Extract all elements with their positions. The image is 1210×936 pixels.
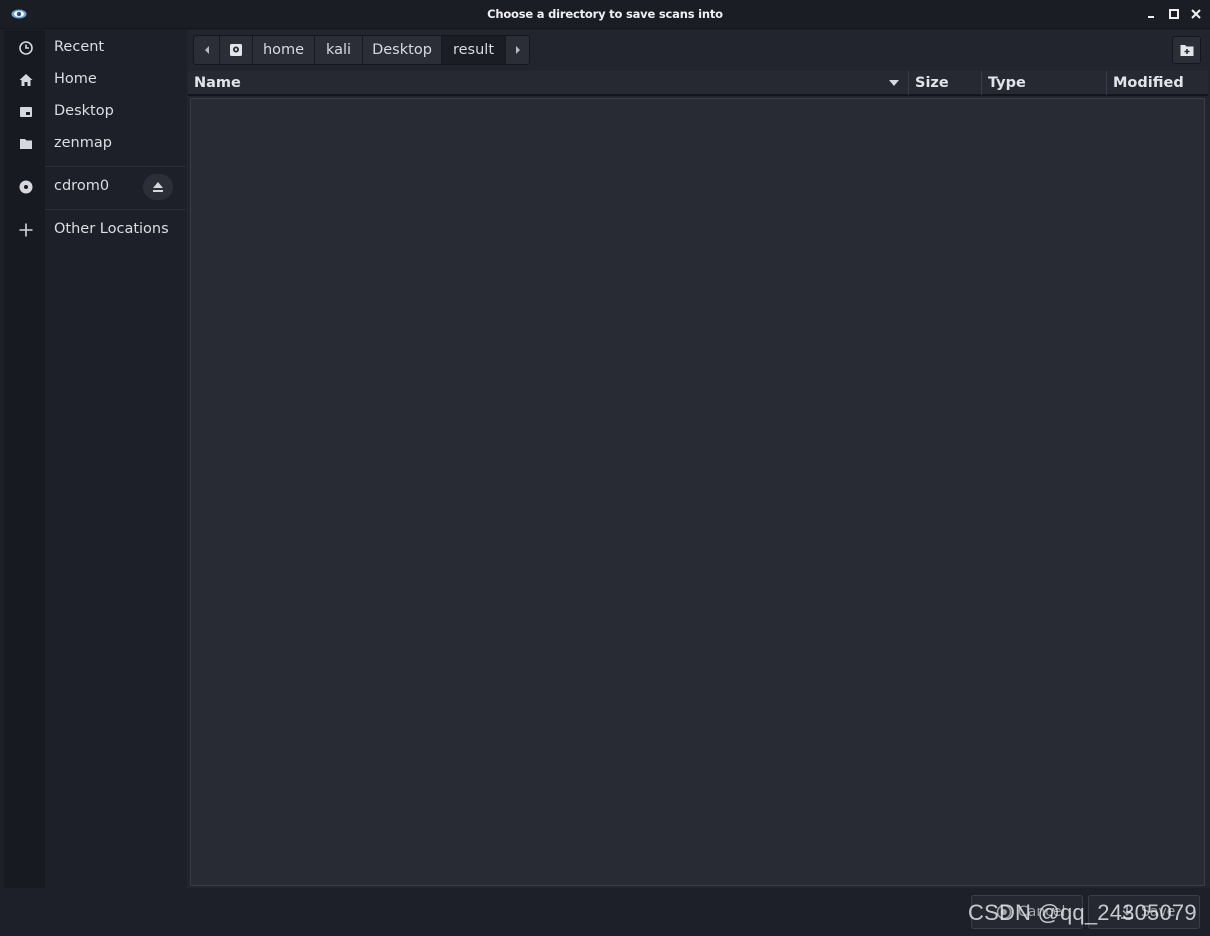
new-folder-icon (1180, 45, 1194, 56)
sort-descending-icon (889, 80, 899, 86)
sidebar-item-label: Desktop (54, 103, 114, 119)
new-folder-button[interactable] (1172, 36, 1201, 64)
path-scroll-right-button[interactable] (506, 36, 529, 64)
places-sidebar: Recent Home Desktop zenmap cdrom0 Other … (4, 30, 186, 888)
column-type-label: Type (988, 75, 1026, 91)
sidebar-item-label: zenmap (54, 135, 112, 151)
eject-button[interactable] (143, 174, 173, 200)
home-icon (19, 74, 33, 86)
sidebar-item-label: Recent (54, 39, 105, 55)
close-button[interactable] (1189, 7, 1203, 21)
minimize-icon (1148, 16, 1154, 18)
path-segment-kali[interactable]: kali (315, 36, 363, 64)
minimize-button[interactable] (1144, 7, 1158, 21)
column-modified-label: Modified (1113, 75, 1184, 91)
drive-icon (230, 44, 242, 56)
sidebar-separator (45, 166, 186, 167)
close-icon (1191, 9, 1201, 19)
sidebar-item-label: Other Locations (54, 221, 169, 237)
path-scroll-left-button[interactable] (194, 36, 220, 64)
sidebar-item-desktop[interactable]: Desktop (4, 96, 186, 128)
path-segment-home[interactable]: home (253, 36, 315, 64)
clock-icon (19, 41, 33, 55)
column-header: Name Size Type Modified (188, 71, 1208, 96)
sidebar-item-recent[interactable]: Recent (4, 32, 186, 64)
desktop-icon (20, 107, 32, 117)
disc-icon (19, 180, 33, 194)
maximize-icon (1169, 9, 1179, 19)
file-list[interactable] (190, 98, 1205, 886)
sidebar-item-other-locations[interactable]: Other Locations (4, 214, 186, 246)
path-segment-result[interactable]: result (442, 36, 506, 64)
chevron-right-icon (515, 46, 520, 54)
maximize-button[interactable] (1167, 7, 1181, 21)
eject-icon (153, 182, 163, 192)
folder-icon (20, 139, 32, 149)
column-name-header[interactable]: Name (188, 71, 909, 95)
chevron-left-icon (204, 46, 209, 54)
column-name-label: Name (194, 75, 241, 91)
sidebar-item-home[interactable]: Home (4, 64, 186, 96)
csdn-watermark: CSDN @qq_24305079 (968, 900, 1197, 925)
breadcrumb: home kali Desktop result (193, 35, 530, 65)
window-title: Choose a directory to save scans into (487, 7, 723, 21)
sidebar-item-label: Home (54, 71, 97, 87)
column-size-header[interactable]: Size (909, 71, 982, 95)
column-modified-header[interactable]: Modified (1107, 71, 1208, 95)
path-segment-desktop[interactable]: Desktop (363, 36, 442, 64)
title-bar: Choose a directory to save scans into (0, 0, 1210, 29)
column-type-header[interactable]: Type (982, 71, 1107, 95)
sidebar-item-label: cdrom0 (54, 178, 110, 194)
sidebar-separator (45, 209, 186, 210)
sidebar-item-zenmap[interactable]: zenmap (4, 128, 186, 160)
column-size-label: Size (915, 75, 949, 91)
path-root-button[interactable] (220, 36, 253, 64)
plus-icon (19, 223, 33, 237)
